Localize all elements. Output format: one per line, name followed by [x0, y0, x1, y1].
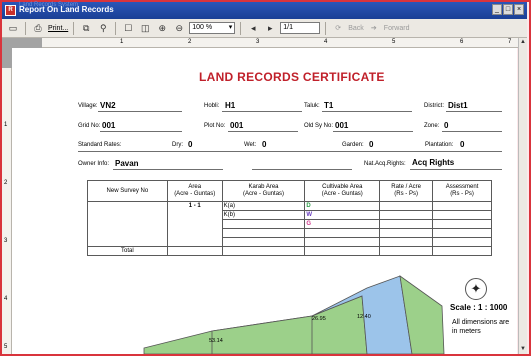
report-toolbar: ▭ ⎙ Print... ⧉ ⚲ ☐ ◫ ⊕ ⊖ 100 % ▾ ◂ ▸ 1/1… — [2, 19, 527, 38]
toolbar-separator — [73, 21, 75, 35]
toolbar-separator — [325, 21, 327, 35]
page-icon[interactable]: ▭ — [6, 21, 20, 35]
ruler-number: 5 — [392, 39, 396, 45]
map-scale-text: Scale : 1 : 1000 — [450, 303, 508, 312]
two-page-icon[interactable]: ◫ — [138, 21, 152, 35]
maximize-button[interactable]: □ — [503, 4, 513, 15]
ruler-number: 6 — [460, 39, 464, 45]
previous-page-icon[interactable]: ◂ — [246, 21, 260, 35]
next-page-icon[interactable]: ▸ — [263, 21, 277, 35]
ruler-number: 4 — [324, 39, 328, 45]
forward-arrow-icon[interactable]: ➔ — [367, 21, 381, 35]
north-compass-icon: ✦ — [465, 278, 487, 300]
print-icon[interactable]: ⎙ — [31, 21, 45, 35]
report-page: LAND RECORDS CERTIFICATE Village: VN2 Ho… — [12, 48, 517, 354]
map-dimensions-note: All dimensions are in meters — [452, 319, 510, 335]
scroll-up-icon[interactable]: ▲ — [519, 38, 527, 47]
page-number-field[interactable]: 1/1 — [280, 22, 321, 34]
ruler-number: 4 — [4, 296, 8, 302]
ruler-number: 2 — [188, 39, 192, 45]
ruler-number: 2 — [4, 180, 8, 186]
chevron-down-icon: ▾ — [228, 24, 233, 31]
ruler-number: 1 — [120, 39, 124, 45]
export-icon[interactable]: ⧉ — [79, 21, 93, 35]
map-dimension-label: 12.40 — [357, 314, 371, 320]
toolbar-separator — [240, 21, 242, 35]
print-button[interactable]: Print... — [48, 25, 68, 32]
ruler-number: 7 — [508, 39, 512, 45]
scroll-down-icon[interactable]: ▼ — [519, 345, 527, 354]
toolbar-separator — [25, 21, 26, 35]
app-icon: R — [5, 5, 16, 16]
map-parcel-west — [211, 315, 313, 354]
ruler-number: 1 — [4, 122, 8, 128]
minimize-button[interactable]: _ — [492, 4, 502, 15]
vertical-ruler: 1 2 3 4 5 — [2, 48, 12, 354]
window-title: Report On Land Records — [19, 5, 114, 14]
close-button[interactable]: × — [514, 4, 524, 15]
zoom-select[interactable]: 100 % ▾ — [189, 22, 236, 34]
plot-sketch-map: 26.95 12.40 53.14 — [143, 275, 445, 354]
refresh-icon[interactable]: ⟳ — [331, 21, 345, 35]
ruler-margin-shade — [2, 38, 42, 48]
forward-button[interactable]: Forward — [384, 25, 410, 32]
title-bar: Land Records System R Report On Land Rec… — [2, 2, 527, 19]
vertical-scrollbar[interactable]: ▲ ▼ — [518, 38, 527, 354]
back-button[interactable]: Back — [348, 25, 364, 32]
map-dimension-label: 53.14 — [209, 338, 223, 344]
ruler-margin-shade — [2, 48, 12, 68]
single-page-icon[interactable]: ☐ — [121, 21, 135, 35]
zoom-out-icon[interactable]: ⊖ — [172, 21, 186, 35]
toolbar-separator — [115, 21, 117, 35]
ruler-number: 3 — [4, 238, 8, 244]
ruler-number: 5 — [4, 344, 8, 350]
zoom-in-icon[interactable]: ⊕ — [155, 21, 169, 35]
zoom-select-value: 100 % — [192, 24, 213, 31]
horizontal-ruler: 1 2 3 4 5 6 7 — [2, 38, 527, 48]
map-dimension-label: 26.95 — [312, 316, 326, 322]
ruler-number: 3 — [256, 39, 260, 45]
find-icon[interactable]: ⚲ — [96, 21, 110, 35]
